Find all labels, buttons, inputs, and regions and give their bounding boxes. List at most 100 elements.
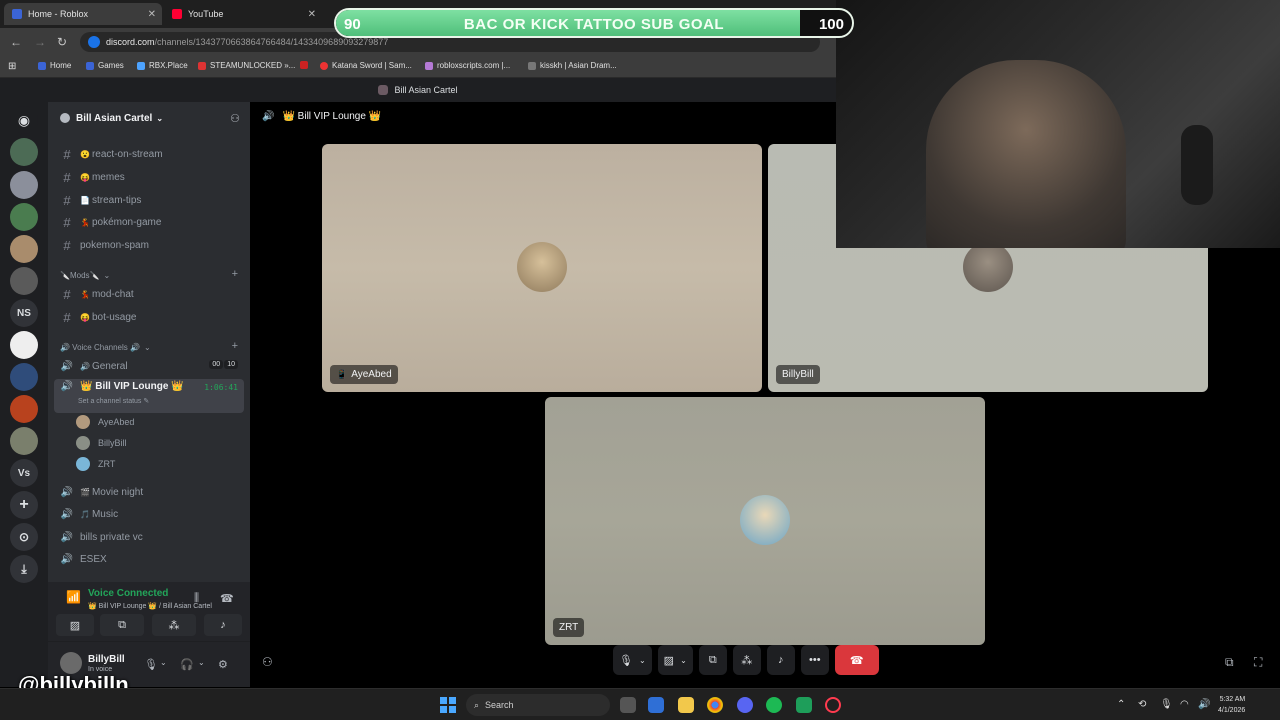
system-clock[interactable]: 5:32 AM 4/1/2026 [1218, 694, 1245, 716]
wifi-icon[interactable]: ◠ [1180, 699, 1189, 710]
volume-icon[interactable]: 🔊 [1198, 699, 1210, 710]
voice-channel-esex[interactable]: 🔊 ESEX [58, 549, 244, 569]
close-tab-icon[interactable]: ✕ [148, 9, 156, 20]
microphone-icon[interactable]: 🎙 [144, 658, 158, 671]
voice-channel-bill-vip-lounge[interactable]: 🔊 👑 Bill VIP Lounge 👑 1:06:41 Set a chan… [54, 379, 244, 413]
server-icon [378, 85, 389, 95]
bookmark-home[interactable]: Home [38, 61, 71, 70]
server-vs-icon[interactable]: Vs [10, 459, 38, 487]
chrome-icon[interactable] [707, 697, 723, 713]
chevron-down-icon[interactable]: ⌄ [160, 658, 167, 667]
server-header[interactable]: Bill Asian Cartel ⌄ [48, 102, 250, 134]
reload-icon[interactable]: ↻ [57, 35, 67, 49]
create-channel-icon[interactable]: + [232, 268, 238, 280]
taskbar-search[interactable]: ⌕ Search [466, 694, 610, 716]
bookmark-games[interactable]: Games [86, 61, 124, 70]
connection-signal-icon[interactable]: 📶 [66, 590, 81, 604]
server-ns-icon[interactable]: NS [10, 299, 38, 327]
soundboard-button[interactable]: ♪ [766, 645, 795, 675]
microphone-tray-icon[interactable]: 🎙 [1160, 699, 1173, 710]
kisskh-icon [528, 61, 536, 70]
server-icon[interactable] [10, 138, 38, 166]
create-channel-icon[interactable]: + [232, 340, 238, 352]
voice-channel-bills-private-vc[interactable]: 🔊 bills private vc [58, 527, 244, 547]
pop-out-icon[interactable]: ⧉ [1225, 655, 1234, 670]
channel-emoji: 📄 [80, 195, 90, 205]
channel-react-on-stream[interactable]: # 😮 react-on-stream [58, 144, 244, 164]
server-icon[interactable] [10, 235, 38, 263]
add-server-icon[interactable]: + [10, 491, 38, 519]
spotify-icon[interactable] [766, 697, 782, 713]
set-channel-status[interactable]: Set a channel status ✎ [78, 397, 149, 405]
discover-icon[interactable]: ⊙ [10, 523, 38, 551]
tray-app-icon[interactable]: ⟲ [1138, 699, 1146, 710]
invite-to-call-icon[interactable]: ⚇ [262, 655, 273, 669]
voice-member[interactable]: AyeAbed [76, 413, 134, 431]
camera-off-button[interactable]: ▨ [56, 614, 94, 636]
activities-button[interactable]: ⁂ [732, 645, 761, 675]
tab-roblox[interactable]: Home - Roblox ✕ [4, 3, 162, 25]
apps-grid-icon[interactable]: ⊞ [8, 61, 16, 72]
bookmark-rbxplace[interactable]: RBX.Place [137, 61, 188, 70]
voice-channel-music[interactable]: 🔊 🎵 Music [58, 504, 244, 524]
taskbar-app-icon[interactable] [620, 697, 636, 713]
avatar [76, 415, 90, 429]
discord-home-icon[interactable]: ◉ [10, 106, 38, 134]
participant-tile-zrt[interactable]: ZRT [545, 397, 985, 645]
file-explorer-icon[interactable] [678, 697, 694, 713]
server-icon[interactable] [10, 267, 38, 295]
bookmark-kisskh[interactable]: kisskh | Asian Dram... [528, 61, 617, 70]
download-icon[interactable]: ⤓ [10, 555, 38, 583]
bookmark-steamunlocked[interactable]: STEAMUNLOCKED »... [198, 61, 295, 70]
activities-button[interactable]: ⁂ [152, 614, 196, 636]
tab-youtube[interactable]: YouTube ✕ [164, 3, 322, 25]
channel-mod-chat[interactable]: # 💃 mod-chat [58, 284, 244, 304]
channel-memes[interactable]: # 😝 memes [58, 167, 244, 187]
voice-member[interactable]: ZRT [76, 455, 115, 473]
share-screen-button[interactable]: ⧉ [100, 614, 144, 636]
forward-arrow-icon[interactable]: → [34, 35, 46, 49]
noise-suppression-icon[interactable]: ⫼ [194, 592, 199, 605]
taskbar-app-icon[interactable] [796, 697, 812, 713]
discord-taskbar-icon[interactable] [737, 697, 753, 713]
channel-pokemon-game[interactable]: # 💃 pokémon-game [58, 212, 244, 232]
bookmark-katana[interactable]: Katana Sword | Sam... [320, 61, 412, 70]
server-icon[interactable] [10, 427, 38, 455]
channel-pokemon-spam[interactable]: # pokemon-spam [58, 235, 244, 255]
category-mods[interactable]: 🔪Mods🔪 ⌄ [60, 271, 110, 280]
server-icon[interactable] [10, 363, 38, 391]
taskbar-app-icon[interactable] [648, 697, 664, 713]
more-options-button[interactable]: ••• [800, 645, 829, 675]
voice-channel-movie-night[interactable]: 🔊 🎬 Movie night [58, 482, 244, 502]
participant-tile-ayeabed[interactable]: 📱 AyeAbed [322, 144, 762, 392]
server-icon[interactable] [10, 171, 38, 199]
bookmark-unnamed[interactable] [300, 61, 312, 69]
chevron-up-icon[interactable]: ⌃ [1117, 699, 1125, 710]
mute-button[interactable]: 🎙 ⌄ [613, 645, 652, 675]
share-screen-button[interactable]: ⧉ [698, 645, 727, 675]
avatar[interactable] [60, 652, 82, 674]
opera-icon[interactable] [825, 697, 841, 713]
disconnect-icon[interactable]: ☎ [220, 592, 234, 605]
channel-bot-usage[interactable]: # 😝 bot-usage [58, 307, 244, 327]
channel-stream-tips[interactable]: # 📄 stream-tips [58, 190, 244, 210]
bookmark-robloxscripts[interactable]: robloxscripts.com |... [425, 61, 510, 70]
close-tab-icon[interactable]: ✕ [308, 9, 316, 20]
server-icon[interactable] [10, 395, 38, 423]
leave-call-button[interactable]: ☎ [834, 645, 879, 675]
back-arrow-icon[interactable]: ← [10, 35, 22, 49]
server-icon[interactable] [10, 203, 38, 231]
server-icon[interactable] [10, 331, 38, 359]
camera-button[interactable]: ▨ ⌄ [657, 645, 693, 675]
site-info-icon[interactable] [88, 36, 100, 48]
start-windows-icon[interactable] [440, 697, 456, 713]
fullscreen-icon[interactable]: ⛶ [1254, 655, 1262, 670]
headphones-icon[interactable]: 🎧 [180, 658, 194, 671]
invite-people-icon[interactable]: ⚇ [230, 112, 240, 125]
voice-channel-general[interactable]: 🔊 🔊 General 00 10 [58, 356, 244, 376]
settings-gear-icon[interactable]: ⚙ [218, 658, 228, 671]
voice-member[interactable]: BillyBill [76, 434, 127, 452]
category-voice-channels[interactable]: 🔊 Voice Channels 🔊 ⌄ [60, 343, 151, 352]
soundboard-button[interactable]: ♪ [204, 614, 242, 636]
chevron-down-icon[interactable]: ⌄ [198, 658, 205, 667]
